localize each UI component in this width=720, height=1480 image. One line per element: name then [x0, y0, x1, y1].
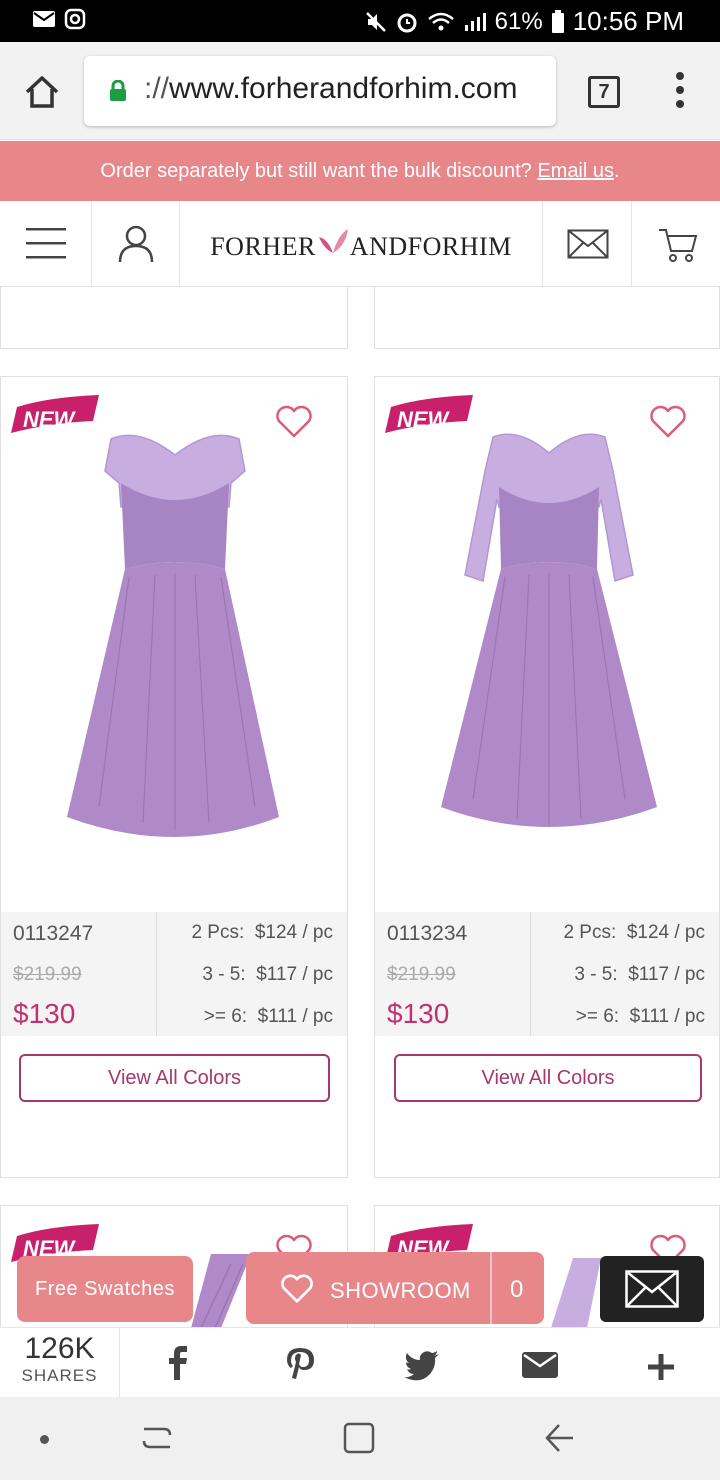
view-all-colors-button[interactable]: View All Colors: [19, 1054, 330, 1102]
mail-notification-icon: [33, 11, 55, 27]
original-price: $219.99: [387, 964, 456, 985]
sale-price: $130: [13, 998, 76, 1029]
envelope-icon: [567, 229, 609, 259]
product-sku: 0113247: [13, 922, 94, 945]
product-card[interactable]: NEW 0113247 $219.99 $130 2 Pcs: $124 / p…: [0, 376, 348, 1178]
product-card[interactable]: NEW 0113234 $219.99 $130 2 Pcs: $124 / p…: [374, 376, 720, 1178]
tier-price-row: 2 Pcs: $124 / pc: [563, 922, 705, 943]
view-all-colors-button[interactable]: View All Colors: [394, 1054, 702, 1102]
product-sku: 0113234: [387, 922, 468, 945]
email-us-link[interactable]: Email us: [537, 160, 614, 182]
wifi-icon: [427, 12, 454, 30]
free-swatches-button[interactable]: Free Swatches: [17, 1256, 193, 1322]
address-bar[interactable]: ://www.forherandforhim.com: [84, 56, 556, 126]
product-image-dress-cap-sleeve[interactable]: [59, 427, 291, 847]
account-button[interactable]: [92, 201, 180, 287]
contact-email-button[interactable]: [542, 201, 632, 287]
facebook-icon[interactable]: [166, 1346, 190, 1380]
system-nav-bar: [0, 1397, 720, 1480]
home-icon: [25, 76, 59, 108]
user-icon: [118, 225, 154, 263]
site-header: FORHER ANDFORHIM: [0, 201, 720, 287]
browser-menu-button[interactable]: [670, 72, 690, 112]
product-card-previous: [0, 287, 348, 349]
instagram-icon: [64, 8, 86, 30]
cart-icon: [659, 229, 698, 262]
product-image-dress-half-sleeve[interactable]: [437, 427, 663, 847]
plus-icon[interactable]: [648, 1350, 674, 1384]
recent-apps-icon[interactable]: [142, 1423, 172, 1453]
showroom-button[interactable]: SHOWROOM 0: [246, 1252, 544, 1324]
lock-icon: [110, 80, 126, 101]
original-price: $219.99: [13, 964, 82, 985]
product-image-dress-partial[interactable]: [191, 1254, 251, 1328]
tier-price-row: >= 6: $111 / pc: [575, 1006, 705, 1027]
signal-icon: [464, 12, 486, 31]
browser-toolbar: ://www.forherandforhim.com 7: [0, 42, 720, 140]
product-card-previous: [374, 287, 720, 349]
back-icon[interactable]: [545, 1423, 575, 1453]
cart-button[interactable]: [632, 201, 720, 287]
mute-icon: [365, 11, 386, 32]
alarm-icon: [397, 13, 417, 32]
promo-banner: Order separately but still want the bulk…: [0, 141, 720, 201]
price-panel: 0113247 $219.99 $130 2 Pcs: $124 / pc 3 …: [1, 912, 347, 1036]
tier-price-row: 3 - 5: $117 / pc: [574, 964, 705, 985]
social-share-bar: 126K SHARES: [0, 1327, 720, 1398]
tab-switcher-button[interactable]: 7: [588, 76, 620, 108]
promo-text: Order separately but still want the bulk…: [100, 160, 532, 182]
battery-percent: 61%: [494, 7, 543, 35]
butterfly-logo-icon: [318, 229, 348, 253]
site-logo[interactable]: FORHER ANDFORHIM: [180, 201, 542, 287]
hamburger-menu-button[interactable]: [0, 201, 92, 287]
showroom-count: 0: [510, 1276, 524, 1303]
home-button[interactable]: [22, 72, 62, 112]
hamburger-icon: [26, 228, 66, 259]
status-bar: 61% 10:56 PM: [0, 0, 720, 42]
tier-price-row: 3 - 5: $117 / pc: [202, 964, 333, 985]
share-count: 126K SHARES: [0, 1328, 120, 1398]
tier-price-row: 2 Pcs: $124 / pc: [191, 922, 333, 943]
tier-price-row: >= 6: $111 / pc: [203, 1006, 333, 1027]
product-image-dress-partial[interactable]: [551, 1258, 601, 1328]
twitter-icon[interactable]: [404, 1348, 440, 1382]
price-panel: 0113234 $219.99 $130 2 Pcs: $124 / pc 3 …: [375, 912, 719, 1036]
heart-icon: [281, 1274, 313, 1303]
floating-email-button[interactable]: [600, 1256, 704, 1322]
envelope-icon: [625, 1270, 679, 1308]
home-nav-icon[interactable]: [343, 1422, 375, 1454]
sale-price: $130: [387, 998, 450, 1029]
email-share-icon[interactable]: [522, 1348, 558, 1382]
pinterest-icon[interactable]: [286, 1346, 316, 1380]
showroom-label: SHOWROOM: [330, 1278, 471, 1303]
clock: 10:56 PM: [572, 6, 684, 36]
nav-dot-indicator: [40, 1435, 49, 1444]
battery-icon: [551, 9, 564, 33]
url-text: ://www.forherandforhim.com: [144, 72, 518, 105]
